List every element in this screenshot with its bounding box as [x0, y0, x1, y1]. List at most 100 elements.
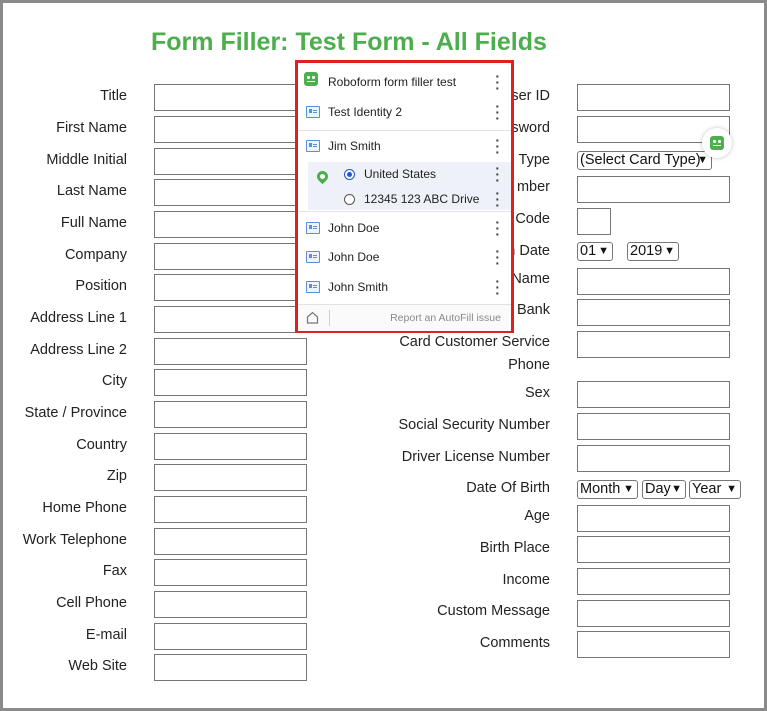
more-vert-icon[interactable]: · · · — [495, 99, 500, 125]
popup-item[interactable]: Test Identity 2 · · · — [298, 97, 511, 127]
password-label: sword — [511, 120, 550, 136]
more-vert-icon[interactable]: · · · — [495, 274, 500, 300]
home-phone-label: Home Phone — [42, 500, 127, 516]
position-input[interactable] — [154, 274, 307, 301]
address-line-2-label: Address Line 2 — [30, 342, 127, 358]
income-input[interactable] — [577, 568, 730, 595]
address-line-1-input[interactable] — [154, 306, 307, 333]
sub-option-label: 12345 123 ABC Drive — [364, 192, 480, 206]
more-vert-icon[interactable]: · · · — [495, 133, 500, 159]
email-input[interactable] — [154, 623, 307, 650]
name-label: Name — [511, 271, 550, 287]
dob-day-select[interactable]: Day ▼ — [642, 480, 686, 499]
identity-card-icon — [306, 251, 320, 263]
fax-input[interactable] — [154, 559, 307, 586]
popup-footer: Report an AutoFill issue — [298, 304, 511, 331]
state-province-input[interactable] — [154, 401, 307, 428]
web-site-input[interactable] — [154, 654, 307, 681]
full-name-input[interactable] — [154, 211, 307, 238]
card-service-phone-input[interactable] — [577, 331, 730, 358]
home-icon[interactable] — [306, 311, 319, 324]
driver-license-input[interactable] — [577, 445, 730, 472]
more-vert-icon[interactable]: · · · — [495, 244, 500, 270]
city-label: City — [102, 373, 127, 389]
country-label: Country — [76, 437, 127, 453]
comments-input[interactable] — [577, 631, 730, 658]
title-input[interactable] — [154, 84, 307, 111]
roboform-icon — [304, 72, 318, 86]
sub-option[interactable]: 12345 123 ABC Drive · · · — [308, 184, 511, 214]
ssn-input[interactable] — [577, 413, 730, 440]
last-name-label: Last Name — [56, 183, 127, 199]
sub-option-label: United States — [364, 167, 437, 181]
country-input[interactable] — [154, 433, 307, 460]
popup-item-label: John Doe — [328, 221, 380, 235]
more-vert-icon[interactable]: · · · — [495, 215, 500, 241]
sex-input[interactable] — [577, 381, 730, 408]
full-name-label: Full Name — [60, 215, 127, 231]
card-type-select-value: (Select Card Type) — [580, 152, 701, 168]
custom-message-input[interactable] — [577, 600, 730, 627]
dob-month-select[interactable]: Month ▼ — [577, 480, 638, 499]
driver-license-label: Driver License Number — [401, 449, 550, 465]
code-input[interactable] — [577, 208, 611, 235]
popup-item-label: Jim Smith — [328, 139, 381, 153]
zip-input[interactable] — [154, 464, 307, 491]
address-line-1-label: Address Line 1 — [30, 310, 127, 326]
birth-place-input[interactable] — [577, 536, 730, 563]
radio-selected-icon[interactable] — [344, 169, 355, 180]
popup-item-label: John Doe — [328, 250, 380, 264]
cell-phone-input[interactable] — [154, 591, 307, 618]
state-province-label: State / Province — [24, 405, 127, 421]
bank-input[interactable] — [577, 299, 730, 326]
title-label: Title — [100, 88, 127, 104]
bank-label: Bank — [516, 302, 550, 318]
company-label: Company — [64, 247, 127, 263]
card-service-label-line2: Phone — [508, 357, 550, 373]
footer-divider — [329, 310, 330, 326]
popup-item[interactable]: John Doe · · · — [298, 242, 511, 272]
code-label: Code — [515, 211, 550, 227]
first-name-input[interactable] — [154, 116, 307, 143]
age-input[interactable] — [577, 505, 730, 532]
report-autofill-link[interactable]: Report an AutoFill issue — [390, 312, 501, 324]
autofill-popup: Roboform form filler test · · · Test Ident… — [295, 60, 514, 333]
dob-year-select[interactable]: Year ▼ — [689, 480, 741, 499]
card-number-label: mber — [516, 179, 550, 195]
more-vert-icon[interactable]: · · · — [495, 186, 500, 212]
identity-card-icon — [306, 281, 320, 293]
middle-initial-input[interactable] — [154, 148, 307, 175]
more-vert-icon[interactable]: · · · — [495, 161, 500, 187]
city-input[interactable] — [154, 369, 307, 396]
exp-year-select[interactable]: 2019 ▼ — [627, 242, 679, 261]
exp-month-select[interactable]: 01 ▼ — [577, 242, 613, 261]
email-label: E-mail — [85, 627, 127, 643]
last-name-input[interactable] — [154, 179, 307, 206]
dob-day-value: Day — [645, 481, 671, 497]
name-input[interactable] — [577, 268, 730, 295]
more-vert-icon[interactable]: · · · — [495, 69, 500, 95]
chevron-down-icon: ▼ — [726, 483, 737, 495]
popup-item-label: Test Identity 2 — [328, 105, 403, 119]
work-telephone-input[interactable] — [154, 528, 307, 555]
popup-item[interactable]: Jim Smith · · · — [298, 131, 511, 161]
identity-card-icon — [306, 222, 320, 234]
cell-phone-label: Cell Phone — [56, 595, 127, 611]
home-phone-input[interactable] — [154, 496, 307, 523]
card-type-select[interactable]: (Select Card Type) ▼ — [577, 151, 712, 170]
popup-item-label: John Smith — [328, 280, 389, 294]
popup-item[interactable]: John Doe · · · — [298, 213, 511, 243]
popup-item[interactable]: John Smith · · · — [298, 272, 511, 302]
dob-year-value: Year — [692, 481, 722, 497]
card-number-input[interactable] — [577, 176, 730, 203]
dob-month-value: Month — [580, 481, 621, 497]
popup-item[interactable]: Roboform form filler test · · · — [298, 67, 511, 97]
company-input[interactable] — [154, 243, 307, 270]
user-id-label: ser ID — [511, 88, 550, 104]
position-label: Position — [75, 278, 127, 294]
roboform-float-button[interactable] — [702, 128, 732, 158]
address-line-2-input[interactable] — [154, 338, 307, 365]
user-id-input[interactable] — [577, 84, 730, 111]
chevron-down-icon: ▼ — [623, 483, 634, 495]
radio-unselected-icon[interactable] — [344, 194, 355, 205]
